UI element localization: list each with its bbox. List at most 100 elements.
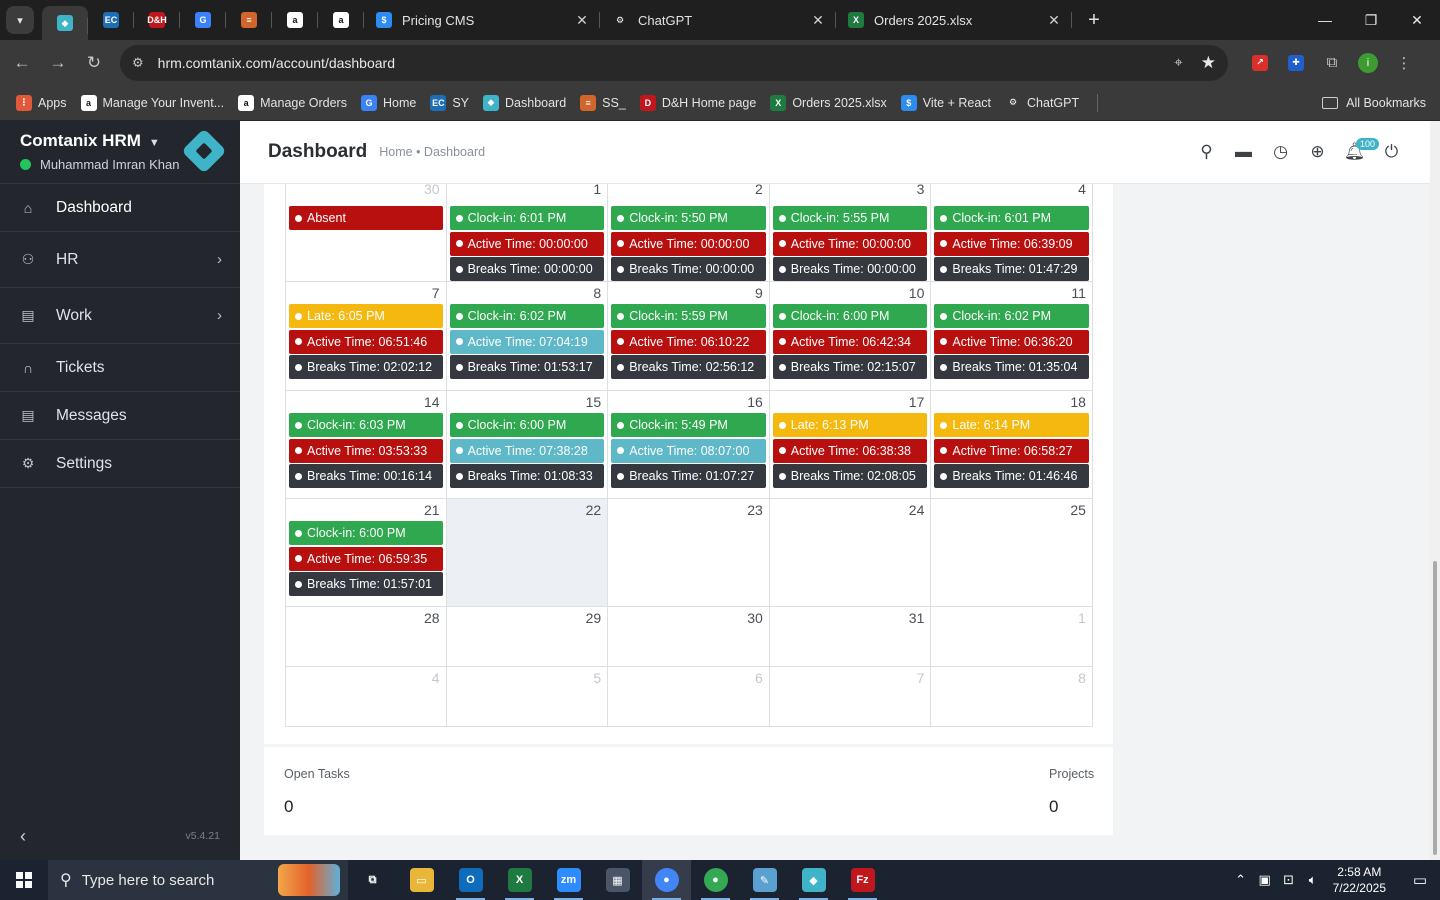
- attendance-event[interactable]: Active Time: 06:36:20: [934, 329, 1089, 354]
- sidebar-item-dashboard[interactable]: ⌂ Dashboard: [0, 184, 240, 232]
- attendance-event[interactable]: Clock-in: 6:01 PM: [934, 206, 1089, 230]
- restore-button[interactable]: ❐: [1348, 0, 1394, 40]
- sidebar-item-settings[interactable]: ⚙ Settings: [0, 440, 240, 488]
- bookmark-item[interactable]: X Orders 2025.xlsx: [770, 94, 887, 111]
- attendance-event[interactable]: Active Time: 07:04:19: [449, 329, 605, 354]
- url-text[interactable]: hrm.comtanix.com/account/dashboard: [158, 55, 1175, 71]
- pinned-tab-stack[interactable]: ≡: [226, 0, 272, 40]
- extension-blue-icon[interactable]: ✚: [1278, 54, 1314, 71]
- bookmark-item[interactable]: $ Vite + React: [900, 94, 991, 111]
- open-tasks-stat[interactable]: Open Tasks 0: [284, 767, 350, 817]
- add-icon[interactable]: ⊕: [1299, 134, 1336, 171]
- attendance-event[interactable]: Active Time: 06:42:34: [772, 329, 928, 354]
- attendance-event[interactable]: Breaks Time: 01:35:04: [934, 355, 1089, 380]
- calendar-day-cell[interactable]: 30: [608, 607, 770, 666]
- calendar-day-cell[interactable]: 9 Clock-in: 5:59 PM Active Time: 06:10:22 B…: [608, 282, 770, 390]
- calendar-day-cell[interactable]: 7: [770, 667, 932, 726]
- page-scrollbar[interactable]: [1430, 121, 1440, 860]
- volume-icon[interactable]: 🔈︎: [1301, 872, 1325, 888]
- action-center-icon[interactable]: ▭: [1400, 871, 1440, 889]
- collapse-sidebar-icon[interactable]: ‹: [20, 826, 26, 847]
- close-tab-icon[interactable]: ✕: [1046, 12, 1062, 29]
- attendance-event[interactable]: Active Time: 06:59:35: [289, 546, 443, 571]
- calendar-day-cell[interactable]: 18 Late: 6:14 PM Active Time: 06:58:27 Brea…: [931, 391, 1093, 498]
- calendar-day-cell[interactable]: 1 Clock-in: 6:01 PM Active Time: 00:00:00 B…: [447, 182, 609, 282]
- taskbar-app-chrome[interactable]: ●: [642, 860, 691, 900]
- location-icon[interactable]: ⌖: [1174, 54, 1182, 71]
- projects-stat[interactable]: Projects 0: [1049, 767, 1094, 817]
- sidebar-item-work[interactable]: ▤ Work ›: [0, 288, 240, 344]
- attendance-event[interactable]: Active Time: 00:00:00: [772, 231, 928, 256]
- calendar-day-cell[interactable]: 30 Absent: [285, 182, 447, 281]
- calendar-day-cell[interactable]: 17 Late: 6:13 PM Active Time: 06:38:38 Brea…: [770, 391, 932, 498]
- bookmark-item[interactable]: G Home: [360, 94, 416, 111]
- taskbar-app-notepad[interactable]: ✎: [740, 860, 789, 900]
- network-monitor-icon[interactable]: ▣: [1253, 872, 1277, 888]
- reload-button[interactable]: ↻: [76, 45, 112, 81]
- attendance-event[interactable]: Breaks Time: 01:53:17: [449, 355, 605, 380]
- pinned-tab-dh[interactable]: D&H: [134, 0, 180, 40]
- calendar-day-cell[interactable]: 8 Clock-in: 6:02 PM Active Time: 07:04:19 B…: [447, 282, 609, 390]
- pinned-tab-ec[interactable]: EC: [88, 0, 134, 40]
- attendance-event[interactable]: Clock-in: 6:00 PM: [289, 521, 443, 545]
- clock-icon[interactable]: ◷: [1262, 134, 1299, 171]
- attendance-event[interactable]: Clock-in: 6:02 PM: [934, 304, 1089, 328]
- bookmark-item[interactable]: a Manage Orders: [238, 94, 347, 111]
- bookmark-item[interactable]: D D&H Home page: [639, 94, 756, 111]
- new-tab-button[interactable]: +: [1082, 9, 1106, 32]
- close-tab-icon[interactable]: ✕: [810, 12, 826, 29]
- bookmark-item[interactable]: ◆ Dashboard: [483, 94, 566, 111]
- pinned-tab-hrm[interactable]: ◆: [42, 6, 88, 40]
- browser-tab[interactable]: X Orders 2025.xlsx ✕: [836, 0, 1072, 40]
- taskbar-search-box[interactable]: ⚲ Type here to search: [48, 860, 348, 900]
- attendance-event[interactable]: Active Time: 06:38:38: [772, 438, 928, 463]
- attendance-event[interactable]: Late: 6:05 PM: [289, 304, 443, 328]
- breadcrumb[interactable]: Home • Dashboard: [379, 145, 485, 159]
- all-bookmarks-button[interactable]: All Bookmarks: [1322, 96, 1426, 110]
- attendance-event[interactable]: Clock-in: 6:00 PM: [449, 413, 605, 437]
- taskbar-app-filezilla[interactable]: Fz: [838, 860, 887, 900]
- calendar-day-cell[interactable]: 4 Clock-in: 6:01 PM Active Time: 06:39:09 B…: [931, 182, 1093, 282]
- search-icon[interactable]: ⚲: [1188, 134, 1225, 171]
- calendar-day-cell[interactable]: 29: [447, 607, 609, 666]
- calendar-day-cell[interactable]: 24: [770, 499, 932, 606]
- attendance-event[interactable]: Breaks Time: 01:08:33: [449, 464, 605, 489]
- minimize-button[interactable]: —: [1302, 0, 1348, 40]
- taskbar-app-calculator[interactable]: ▦: [593, 860, 642, 900]
- browser-tab[interactable]: $ Pricing CMS ✕: [364, 0, 600, 40]
- calendar-day-cell[interactable]: 3 Clock-in: 5:55 PM Active Time: 00:00:00 B…: [770, 182, 932, 282]
- calendar-day-cell[interactable]: 22: [446, 499, 609, 606]
- attendance-event[interactable]: Breaks Time: 01:46:46: [934, 464, 1089, 489]
- calendar-day-cell[interactable]: 2 Clock-in: 5:50 PM Active Time: 00:00:00 B…: [608, 182, 770, 282]
- calendar-day-cell[interactable]: 23: [608, 499, 770, 606]
- attendance-event[interactable]: Breaks Time: 01:47:29: [934, 257, 1089, 282]
- calendar-day-cell[interactable]: 8: [931, 667, 1093, 726]
- tab-search-button[interactable]: ▾: [6, 6, 34, 34]
- extension-pdf-icon[interactable]: ↗: [1242, 54, 1278, 71]
- sidebar-item-messages[interactable]: ▤ Messages: [0, 392, 240, 440]
- attendance-event[interactable]: Clock-in: 6:03 PM: [289, 413, 443, 437]
- chevron-up-icon[interactable]: ⌃: [1229, 872, 1253, 888]
- attendance-event[interactable]: Breaks Time: 00:00:00: [611, 257, 766, 282]
- pinned-tab-g[interactable]: G: [180, 0, 226, 40]
- bookmark-item[interactable]: ⋮ Apps: [16, 94, 67, 111]
- bookmark-item[interactable]: EC SY: [430, 94, 469, 111]
- attendance-event[interactable]: Active Time: 06:58:27: [934, 438, 1089, 463]
- attendance-event[interactable]: Late: 6:13 PM: [772, 413, 928, 437]
- attendance-event[interactable]: Active Time: 06:51:46: [289, 329, 443, 354]
- sidebar-item-tickets[interactable]: ∩ Tickets: [0, 344, 240, 392]
- site-info-icon[interactable]: ⚙: [132, 55, 144, 71]
- sidebar-item-hr[interactable]: ⚇ HR ›: [0, 232, 240, 288]
- attendance-event[interactable]: Clock-in: 5:49 PM: [611, 413, 766, 437]
- attendance-event[interactable]: Active Time: 08:07:00: [611, 438, 766, 463]
- address-bar[interactable]: ⚙ hrm.comtanix.com/account/dashboard ⌖ ★: [120, 44, 1228, 81]
- attendance-event[interactable]: Active Time: 00:00:00: [611, 231, 766, 256]
- taskbar-app-file-explorer[interactable]: ▭: [397, 860, 446, 900]
- attendance-event[interactable]: Breaks Time: 01:57:01: [289, 572, 443, 597]
- start-button[interactable]: [0, 860, 48, 900]
- attendance-event[interactable]: Clock-in: 6:01 PM: [449, 206, 605, 230]
- attendance-event[interactable]: Breaks Time: 02:02:12: [289, 355, 443, 380]
- attendance-event[interactable]: Active Time: 03:53:33: [289, 438, 443, 463]
- attendance-event[interactable]: Active Time: 00:00:00: [449, 231, 605, 256]
- bookmark-star-icon[interactable]: ★: [1201, 53, 1216, 73]
